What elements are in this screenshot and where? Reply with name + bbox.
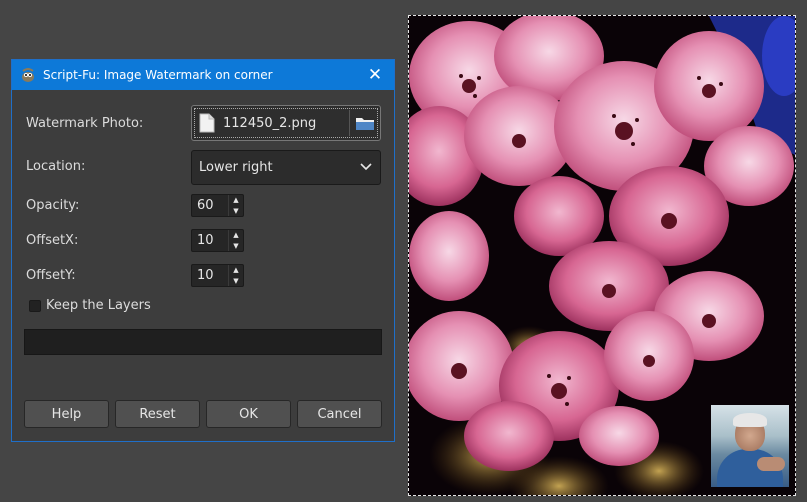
help-button[interactable]: Help — [24, 400, 109, 428]
arrow-down-icon: ▼ — [233, 241, 239, 250]
watermark-photo-label: Watermark Photo: — [26, 116, 144, 131]
opacity-value[interactable]: 60 — [192, 195, 228, 216]
offset-x-value[interactable]: 10 — [192, 230, 228, 251]
arrow-up-icon: ▲ — [233, 196, 239, 205]
offset-y-spinbox[interactable]: 10 ▲ ▼ — [191, 264, 244, 287]
progress-bar — [24, 329, 382, 355]
close-icon: ✕ — [367, 64, 383, 85]
keep-layers-checkbox[interactable] — [29, 300, 41, 312]
watermark-photo-chooser[interactable]: 112450_2.png — [191, 105, 381, 141]
file-icon — [199, 113, 215, 133]
chevron-down-icon — [360, 160, 372, 175]
opacity-decrement-button[interactable]: ▼ — [229, 206, 243, 217]
opacity-increment-button[interactable]: ▲ — [229, 195, 243, 206]
offset-x-increment-button[interactable]: ▲ — [229, 230, 243, 241]
folder-icon[interactable] — [350, 115, 380, 131]
offset-y-label: OffsetY: — [26, 268, 76, 283]
location-dropdown[interactable]: Lower right — [191, 150, 381, 185]
offset-y-value[interactable]: 10 — [192, 265, 228, 286]
dialog-titlebar[interactable]: Script-Fu: Image Watermark on corner ✕ — [12, 60, 394, 90]
offset-x-decrement-button[interactable]: ▼ — [229, 241, 243, 252]
location-label: Location: — [26, 159, 86, 174]
offset-x-spinbox[interactable]: 10 ▲ ▼ — [191, 229, 244, 252]
close-button[interactable]: ✕ — [364, 64, 386, 86]
cancel-button[interactable]: Cancel — [297, 400, 382, 428]
offset-x-label: OffsetX: — [26, 233, 79, 248]
arrow-up-icon: ▲ — [233, 231, 239, 240]
dialog-title: Script-Fu: Image Watermark on corner — [43, 68, 273, 82]
offset-y-increment-button[interactable]: ▲ — [229, 265, 243, 276]
ok-button[interactable]: OK — [206, 400, 291, 428]
watermark-thumbnail — [711, 405, 789, 487]
keep-layers-label[interactable]: Keep the Layers — [46, 298, 151, 313]
arrow-down-icon: ▼ — [233, 276, 239, 285]
arrow-up-icon: ▲ — [233, 266, 239, 275]
location-value: Lower right — [199, 160, 273, 175]
opacity-label: Opacity: — [26, 198, 80, 213]
script-fu-dialog: Script-Fu: Image Watermark on corner ✕ W… — [11, 59, 395, 442]
offset-y-decrement-button[interactable]: ▼ — [229, 276, 243, 287]
watermark-photo-filename: 112450_2.png — [223, 115, 317, 131]
image-canvas[interactable] — [408, 15, 796, 496]
reset-button[interactable]: Reset — [115, 400, 200, 428]
arrow-down-icon: ▼ — [233, 206, 239, 215]
opacity-spinbox[interactable]: 60 ▲ ▼ — [191, 194, 244, 217]
gimp-icon — [20, 67, 36, 83]
